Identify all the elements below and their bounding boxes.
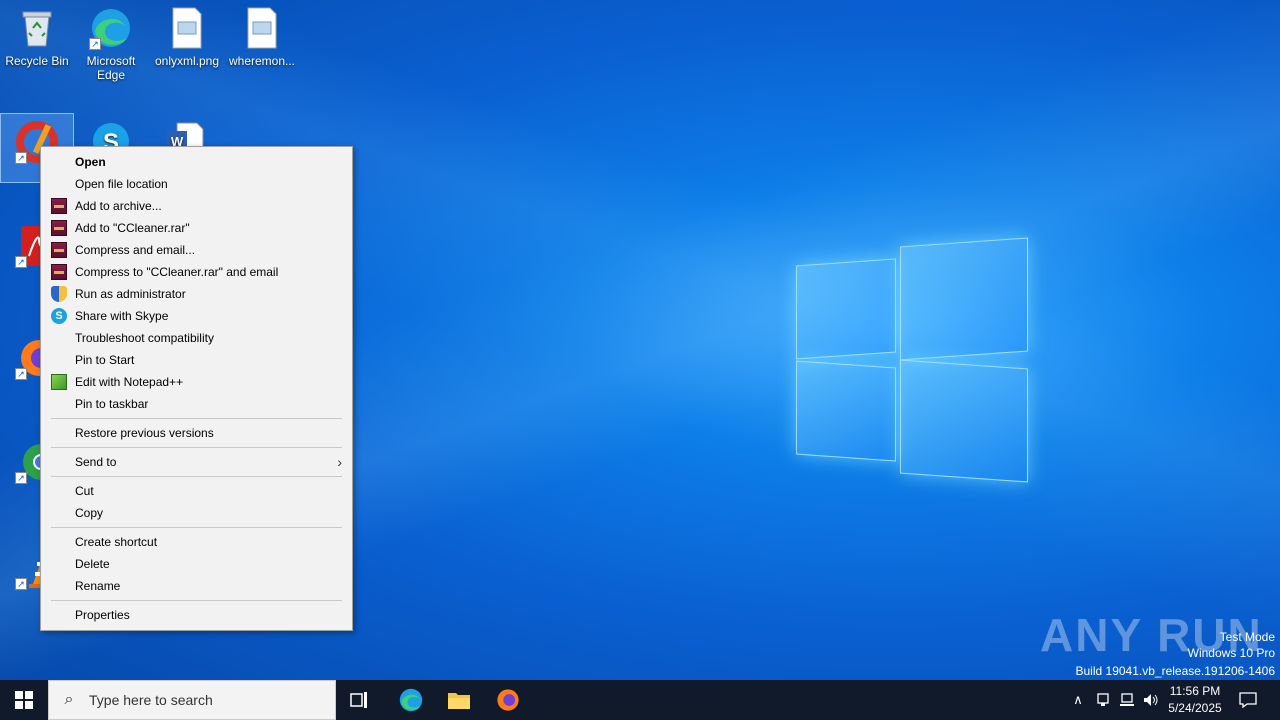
clock-date: 5/24/2025: [1168, 701, 1222, 715]
taskbar-file-explorer-button[interactable]: [435, 680, 483, 720]
shortcut-arrow-icon: ↗: [89, 38, 101, 50]
menu-separator: [51, 447, 342, 448]
menu-item-open[interactable]: Open: [41, 151, 352, 173]
menu-item-copy[interactable]: Copy: [41, 502, 352, 524]
menu-item-properties[interactable]: Properties: [41, 604, 352, 626]
desktop-icon-label: Recycle Bin: [5, 54, 69, 68]
menu-separator: [51, 418, 342, 419]
clock-time: 11:56 PM: [1169, 684, 1221, 698]
shortcut-arrow-icon: ↗: [15, 368, 27, 380]
image-file-icon: [165, 6, 209, 50]
taskbar-clock[interactable]: 11:56 PM 5/24/2025: [1160, 683, 1230, 717]
speaker-icon: [1144, 694, 1158, 706]
menu-item-compress-and-email[interactable]: Compress and email...: [41, 239, 352, 261]
desktop-icon-label: wheremon...: [228, 54, 296, 68]
windows-wallpaper-logo: [796, 237, 1028, 483]
menu-item-rename[interactable]: Rename: [41, 575, 352, 597]
context-menu: Open Open file location Add to archive..…: [40, 146, 353, 631]
firefox-icon: [497, 689, 519, 711]
watermark-test-mode: Test Mode: [1219, 630, 1275, 644]
task-view-icon: [350, 692, 367, 708]
taskbar: ⌕ Type here to search ∧ 11:56 PM 5/24/20…: [0, 680, 1280, 720]
action-center-button[interactable]: [1234, 680, 1262, 720]
desktop-icon-recycle-bin[interactable]: Recycle Bin: [0, 0, 74, 68]
menu-item-troubleshoot-compatibility[interactable]: Troubleshoot compatibility: [41, 327, 352, 349]
winrar-icon: [51, 220, 67, 236]
menu-item-open-file-location[interactable]: Open file location: [41, 173, 352, 195]
image-file-icon: [240, 6, 284, 50]
winrar-icon: [51, 198, 67, 214]
menu-item-cut[interactable]: Cut: [41, 480, 352, 502]
edge-icon: [399, 688, 423, 712]
skype-icon: S: [51, 308, 67, 324]
menu-item-restore-previous-versions[interactable]: Restore previous versions: [41, 422, 352, 444]
taskbar-firefox-button[interactable]: [484, 680, 532, 720]
desktop-icon-label: onlyxml.png: [154, 54, 220, 68]
tray-network-icon[interactable]: [1116, 680, 1138, 720]
desktop-icon-microsoft-edge[interactable]: ↗ Microsoft Edge: [74, 0, 148, 82]
uac-shield-icon: [51, 286, 67, 302]
shortcut-arrow-icon: ↗: [15, 578, 27, 590]
menu-item-run-as-administrator[interactable]: Run as administrator: [41, 283, 352, 305]
start-button[interactable]: [0, 680, 48, 720]
shortcut-arrow-icon: ↗: [15, 152, 27, 164]
taskbar-edge-button[interactable]: [387, 680, 435, 720]
network-icon: [1120, 693, 1134, 706]
taskbar-search-box[interactable]: ⌕ Type here to search: [48, 680, 336, 720]
task-view-button[interactable]: [336, 680, 384, 720]
watermark-build: Build 19041.vb_release.191206-1406: [1075, 664, 1276, 678]
windows-logo-icon: [15, 691, 33, 709]
menu-item-send-to[interactable]: Send to ›: [41, 451, 352, 473]
menu-item-create-shortcut[interactable]: Create shortcut: [41, 531, 352, 553]
desktop-icon-label: Microsoft Edge: [86, 54, 136, 82]
tray-device-icon[interactable]: [1092, 680, 1114, 720]
search-placeholder: Type here to search: [89, 692, 213, 708]
device-icon: [1097, 693, 1109, 706]
menu-item-compress-to-rar-and-email[interactable]: Compress to "CCleaner.rar" and email: [41, 261, 352, 283]
shortcut-arrow-icon: ↗: [15, 472, 27, 484]
tray-volume-icon[interactable]: [1140, 680, 1162, 720]
menu-separator: [51, 600, 342, 601]
menu-separator: [51, 527, 342, 528]
winrar-icon: [51, 264, 67, 280]
menu-separator: [51, 476, 342, 477]
tray-overflow-chevron-up-icon[interactable]: ∧: [1068, 680, 1088, 720]
winrar-icon: [51, 242, 67, 258]
menu-item-pin-to-start[interactable]: Pin to Start: [41, 349, 352, 371]
menu-item-add-to-ccleaner-rar[interactable]: Add to "CCleaner.rar": [41, 217, 352, 239]
watermark-edition: Windows 10 Pro: [1187, 646, 1275, 660]
menu-item-share-with-skype[interactable]: S Share with Skype: [41, 305, 352, 327]
folder-icon: [448, 693, 470, 709]
shortcut-arrow-icon: ↗: [15, 256, 27, 268]
chevron-right-icon: ›: [337, 454, 342, 470]
desktop-icon-wheremon[interactable]: wheremon...: [225, 0, 299, 68]
notepad-plus-plus-icon: [51, 374, 67, 390]
menu-item-pin-to-taskbar[interactable]: Pin to taskbar: [41, 393, 352, 415]
notification-icon: [1239, 692, 1257, 708]
search-icon: ⌕: [64, 691, 74, 708]
menu-item-delete[interactable]: Delete: [41, 553, 352, 575]
recycle-bin-icon: [15, 6, 59, 50]
edge-icon: ↗: [89, 6, 133, 50]
menu-item-edit-with-notepad-plus-plus[interactable]: Edit with Notepad++: [41, 371, 352, 393]
desktop-icon-onlyxml-png[interactable]: onlyxml.png: [150, 0, 224, 68]
menu-item-add-to-archive[interactable]: Add to archive...: [41, 195, 352, 217]
